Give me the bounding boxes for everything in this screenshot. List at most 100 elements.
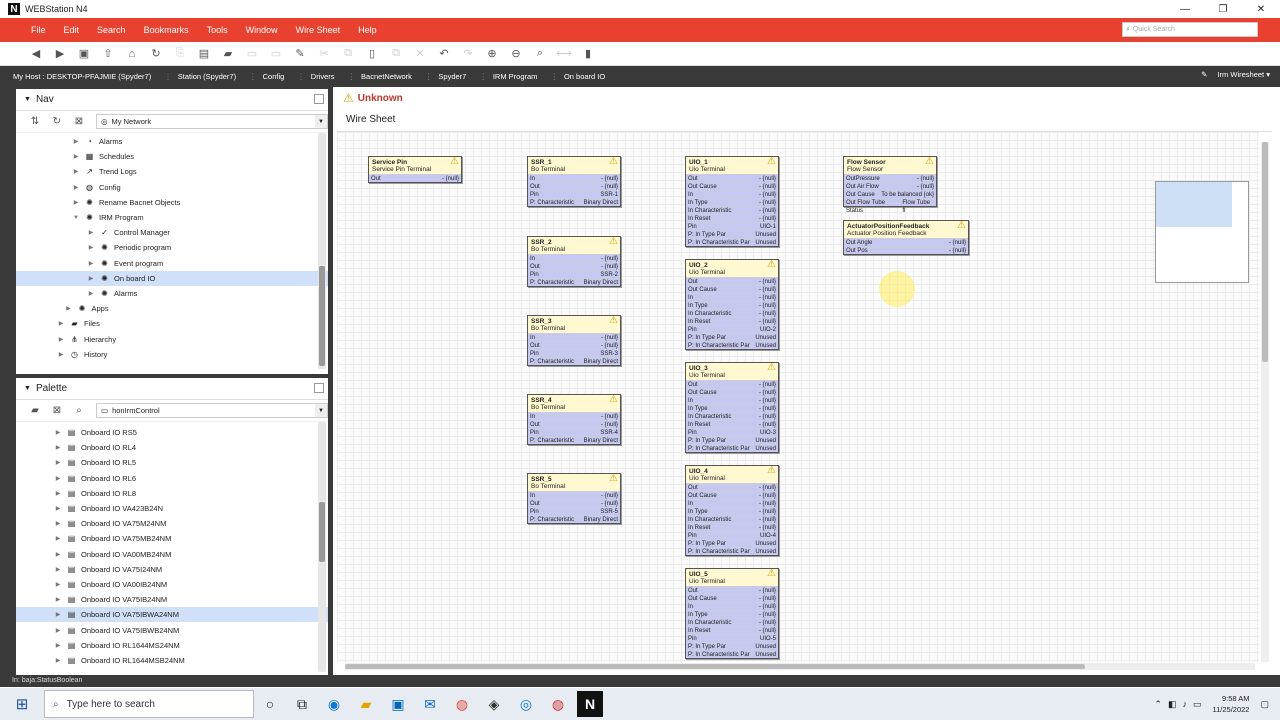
- block-slot[interactable]: In Type - {null}: [686, 301, 778, 309]
- zoom-in-icon[interactable]: ⊕: [480, 42, 504, 66]
- breadcrumb-irm-program[interactable]: IRM Program: [475, 72, 546, 81]
- store-icon[interactable]: ▣: [382, 688, 414, 720]
- palette-item[interactable]: ▶ ▤ Onboard IO RL1644MS24NM: [16, 638, 328, 653]
- palette-item[interactable]: ▶ ▤ Onboard IO VA423B24N: [16, 501, 328, 516]
- palette-module-select[interactable]: ▭ honIrmControl ▼: [96, 403, 328, 418]
- block-slot[interactable]: Pin UIO-1: [686, 222, 778, 230]
- wire-block[interactable]: SSR_2 Bo Terminal ⚠ In - {null} Out - {null} Pi…: [527, 236, 621, 287]
- expand-arrow-icon[interactable]: ▶: [86, 290, 96, 297]
- block-slot[interactable]: Out - {null}: [686, 174, 778, 182]
- block-header[interactable]: UIO_2 Uio Terminal ⚠: [686, 260, 778, 277]
- expand-arrow-icon[interactable]: ▶: [71, 199, 81, 206]
- save-all-icon[interactable]: ▭: [264, 42, 288, 66]
- block-header[interactable]: UIO_4 Uio Terminal ⚠: [686, 466, 778, 483]
- chrome-icon[interactable]: ◍: [446, 688, 478, 720]
- block-slot[interactable]: P: In Characteristic Par Unused: [686, 341, 778, 349]
- block-slot[interactable]: In Type - {null}: [686, 404, 778, 412]
- block-slot[interactable]: P: In Type Par Unused: [686, 333, 778, 341]
- breadcrumb-station[interactable]: Station (Spyder7): [160, 72, 245, 81]
- file-explorer-icon[interactable]: ▰: [350, 688, 382, 720]
- breadcrumb-config[interactable]: Config: [245, 72, 293, 81]
- block-slot[interactable]: Out Cause - {null}: [686, 491, 778, 499]
- nav-tree-item[interactable]: ▶ ✺ Alarms: [16, 286, 328, 301]
- wire-block[interactable]: SSR_1 Bo Terminal ⚠ In - {null} Out - {null} Pi…: [527, 156, 621, 207]
- view-selector[interactable]: ✎ Irm Wiresheet ▾: [1201, 70, 1270, 79]
- app-icon-2[interactable]: ◎: [510, 688, 542, 720]
- duplicate-icon[interactable]: ⧉: [384, 42, 408, 66]
- palette-item[interactable]: ▶ ▤ Onboard IO RL6: [16, 471, 328, 486]
- speaker-icon[interactable]: ♪: [1182, 699, 1187, 709]
- undo-icon[interactable]: ↶: [432, 42, 456, 66]
- nav-root-select[interactable]: ◎ My Network ▼: [96, 114, 328, 129]
- block-slot[interactable]: P: In Type Par Unused: [686, 642, 778, 650]
- block-slot[interactable]: Out - {null}: [686, 483, 778, 491]
- expand-arrow-icon[interactable]: ▶: [56, 320, 66, 327]
- cut-icon[interactable]: ✂: [312, 42, 336, 66]
- palette-item[interactable]: ▶ ▤ Onboard IO VA00IB24NM: [16, 577, 328, 592]
- menu-edit[interactable]: Edit: [55, 25, 89, 35]
- new-icon[interactable]: ✎: [288, 42, 312, 66]
- refresh-icon[interactable]: ↻: [46, 116, 68, 127]
- block-slot[interactable]: P: Characteristic Binary Direct: [528, 278, 620, 286]
- breadcrumb-bacnetnetwork[interactable]: BacnetNetwork: [344, 72, 421, 81]
- expand-arrow-icon[interactable]: ▶: [53, 444, 63, 451]
- block-slot[interactable]: In Characteristic - {null}: [686, 618, 778, 626]
- block-slot[interactable]: In Characteristic - {null}: [686, 412, 778, 420]
- block-header[interactable]: Service Pin Service Pin Terminal ⚠: [369, 157, 461, 174]
- expand-arrow-icon[interactable]: ▶: [64, 305, 74, 312]
- block-slot[interactable]: P: In Type Par Unused: [686, 539, 778, 547]
- breadcrumb-drivers[interactable]: Drivers: [293, 72, 343, 81]
- block-slot[interactable]: Pin UIO-3: [686, 428, 778, 436]
- palette-item[interactable]: ▶ ▤ Onboard IO VA00MB24NM: [16, 547, 328, 562]
- block-slot[interactable]: Pin UIO-2: [686, 325, 778, 333]
- block-slot[interactable]: Out - {null}: [528, 262, 620, 270]
- block-slot[interactable]: Pin SSR-4: [528, 428, 620, 436]
- block-slot[interactable]: Pin UIO-5: [686, 634, 778, 642]
- edge-icon[interactable]: ◉: [318, 688, 350, 720]
- wire-block[interactable]: SSR_5 Bo Terminal ⚠ In - {null} Out - {null} Pi…: [527, 473, 621, 524]
- expand-arrow-icon[interactable]: ▶: [56, 336, 66, 343]
- nav-tree-item[interactable]: ▶ ▰ Files: [16, 316, 328, 331]
- block-slot[interactable]: Out - {null}: [528, 499, 620, 507]
- niagara-icon[interactable]: N: [577, 691, 603, 717]
- forward-icon[interactable]: ▶: [48, 42, 72, 66]
- block-header[interactable]: Flow Sensor Flow Sensor ⚠: [844, 157, 936, 174]
- block-slot[interactable]: Out - {null}: [528, 182, 620, 190]
- menu-help[interactable]: Help: [349, 25, 386, 35]
- block-slot[interactable]: In Reset - {null}: [686, 214, 778, 222]
- block-slot[interactable]: In Characteristic - {null}: [686, 309, 778, 317]
- app-icon[interactable]: ◈: [478, 688, 510, 720]
- expand-arrow-icon[interactable]: ▶: [53, 429, 63, 436]
- view-icon[interactable]: ▤: [192, 42, 216, 66]
- up-level-icon[interactable]: ⇧: [96, 42, 120, 66]
- block-slot[interactable]: Out - {null}: [686, 277, 778, 285]
- save-icon[interactable]: ▭: [240, 42, 264, 66]
- menu-tools[interactable]: Tools: [198, 25, 237, 35]
- block-header[interactable]: UIO_3 Uio Terminal ⚠: [686, 363, 778, 380]
- block-slot[interactable]: In - {null}: [528, 412, 620, 420]
- wire-block[interactable]: UIO_4 Uio Terminal ⚠ Out - {null} Out Cause - …: [685, 465, 779, 556]
- minimize-button[interactable]: —: [1166, 0, 1204, 18]
- wire-block[interactable]: UIO_3 Uio Terminal ⚠ Out - {null} Out Cause - …: [685, 362, 779, 453]
- link-icon[interactable]: ⟷: [552, 42, 576, 66]
- taskbar-search-input[interactable]: ⌕ Type here to search: [44, 690, 254, 718]
- block-header[interactable]: UIO_5 Uio Terminal ⚠: [686, 569, 778, 586]
- windows-start-icon[interactable]: ⊞: [0, 688, 44, 720]
- nav-tree-item[interactable]: ▶ ✺ Periodic program: [16, 240, 328, 255]
- expand-arrow-icon[interactable]: ▶: [53, 611, 63, 618]
- block-slot[interactable]: In Reset - {null}: [686, 420, 778, 428]
- expand-arrow-icon[interactable]: ▶: [71, 184, 81, 191]
- block-slot[interactable]: P: In Characteristic Par Unused: [686, 547, 778, 555]
- nav-tree-item[interactable]: ▶ ✺ Rename Bacnet Objects: [16, 195, 328, 210]
- menu-window[interactable]: Window: [237, 25, 287, 35]
- palette-item[interactable]: ▶ ▤ Onboard IO VA75I24NM: [16, 562, 328, 577]
- expand-arrow-icon[interactable]: ▶: [53, 490, 63, 497]
- minimap-viewport[interactable]: [1156, 182, 1232, 227]
- block-slot[interactable]: Out Air Flow - {null}: [844, 182, 936, 190]
- maximize-button[interactable]: ❐: [1204, 0, 1242, 18]
- tab-wire-sheet[interactable]: Wire Sheet: [346, 114, 395, 125]
- block-slot[interactable]: P: In Type Par Unused: [686, 436, 778, 444]
- block-slot[interactable]: In - {null}: [686, 602, 778, 610]
- block-slot[interactable]: Out - {null}: [369, 174, 461, 182]
- breadcrumb-spyder7[interactable]: Spyder7: [421, 72, 475, 81]
